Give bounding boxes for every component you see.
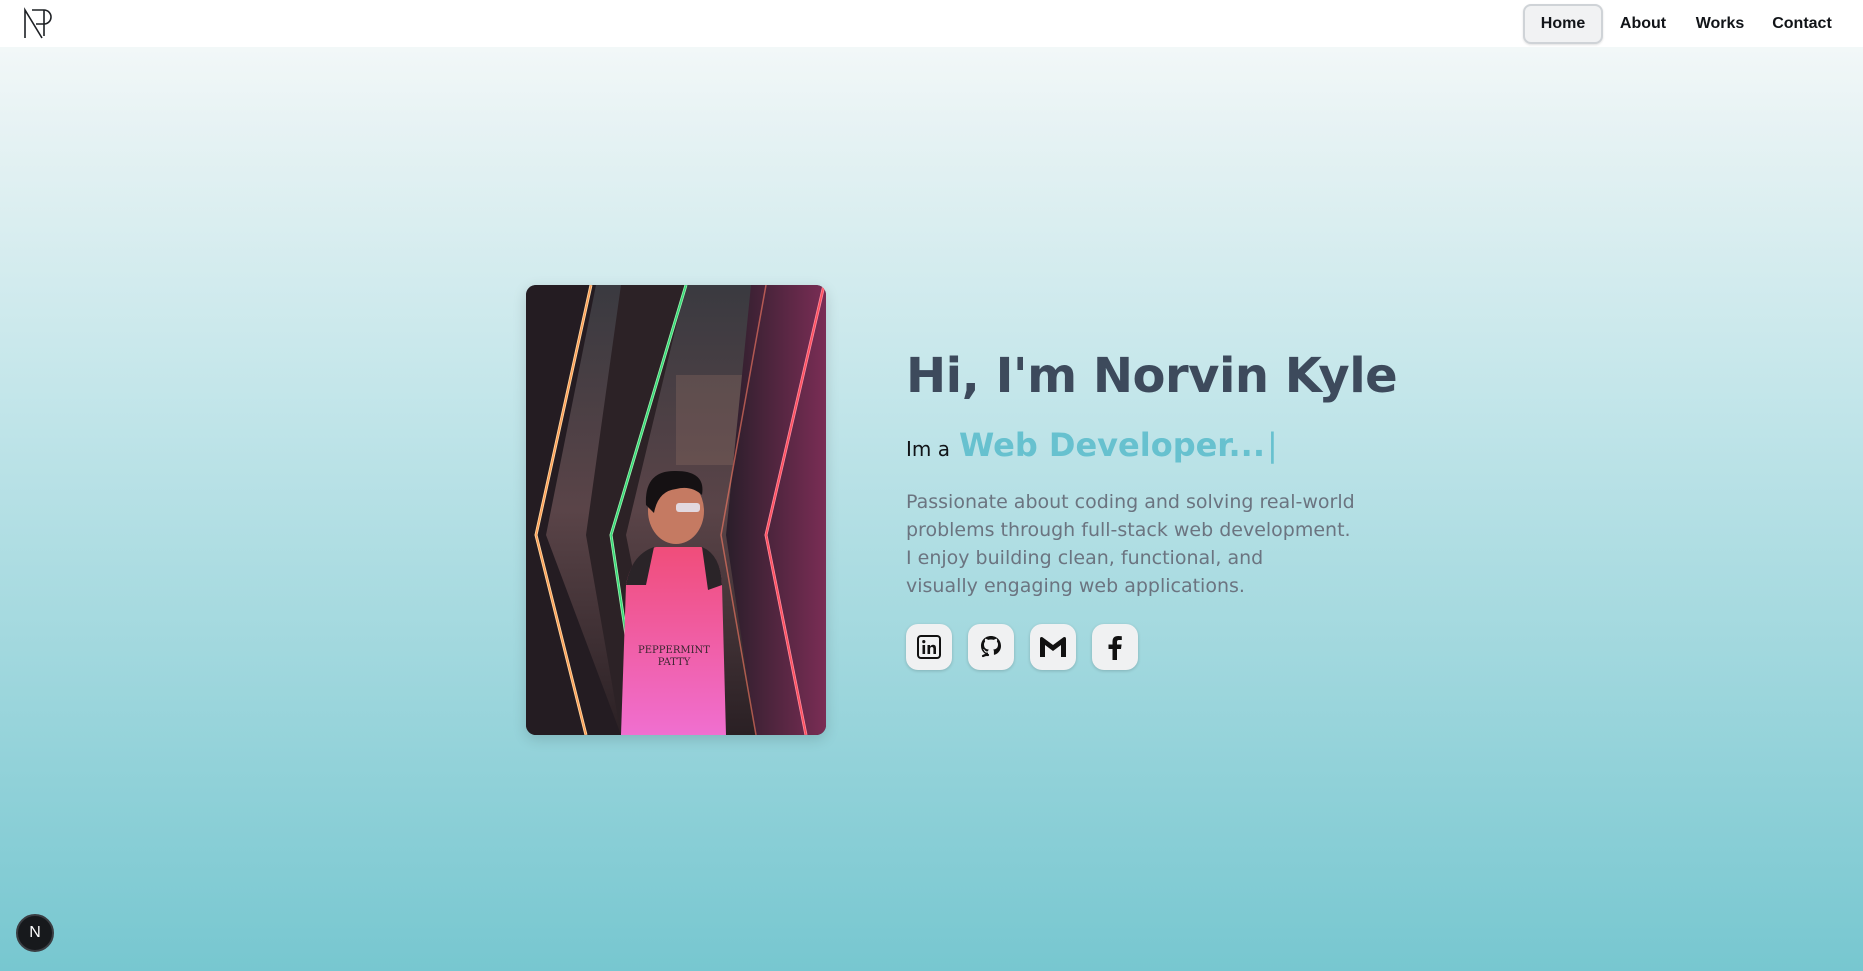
nav-about[interactable]: About [1605,4,1681,44]
github-icon [981,636,1001,658]
main-nav: Home About Works Contact [1523,0,1863,47]
svg-text:PATTY: PATTY [658,657,691,668]
role-line: Im a Web Developer... | [906,426,1426,464]
floating-badge-button[interactable]: N [16,914,54,952]
nav-works[interactable]: Works [1681,4,1759,44]
nav-home[interactable]: Home [1523,3,1603,44]
linkedin-button[interactable] [906,624,952,670]
bio-line: Passionate about coding and solving real… [906,491,1355,513]
typing-cursor: | [1266,426,1278,464]
header-bar: Home About Works Contact [0,0,1863,47]
np-monogram-icon[interactable] [22,6,56,40]
facebook-icon [1108,636,1122,660]
bio-paragraph: Passionate about coding and solving real… [906,488,1426,600]
svg-text:PEPPERMINT: PEPPERMINT [638,645,710,656]
badge-label: N [29,924,41,941]
profile-photo: PEPPERMINT PATTY [526,285,826,735]
github-button[interactable] [968,624,1014,670]
role-typing-text: Web Developer... [959,426,1265,464]
role-prefix: Im a [906,437,950,461]
bio-line: problems through full-stack web developm… [906,519,1351,541]
social-links [906,624,1426,670]
linkedin-icon [917,635,941,659]
hero-text-block: Hi, I'm Norvin Kyle Im a Web Developer..… [906,340,1426,670]
gmail-icon [1040,637,1066,657]
facebook-button[interactable] [1092,624,1138,670]
bio-line: I enjoy building clean, functional, and [906,547,1264,569]
gmail-button[interactable] [1030,624,1076,670]
nav-contact[interactable]: Contact [1759,4,1845,44]
bio-line: visually engaging web applications. [906,575,1245,597]
hero-title: Hi, I'm Norvin Kyle [906,348,1398,404]
